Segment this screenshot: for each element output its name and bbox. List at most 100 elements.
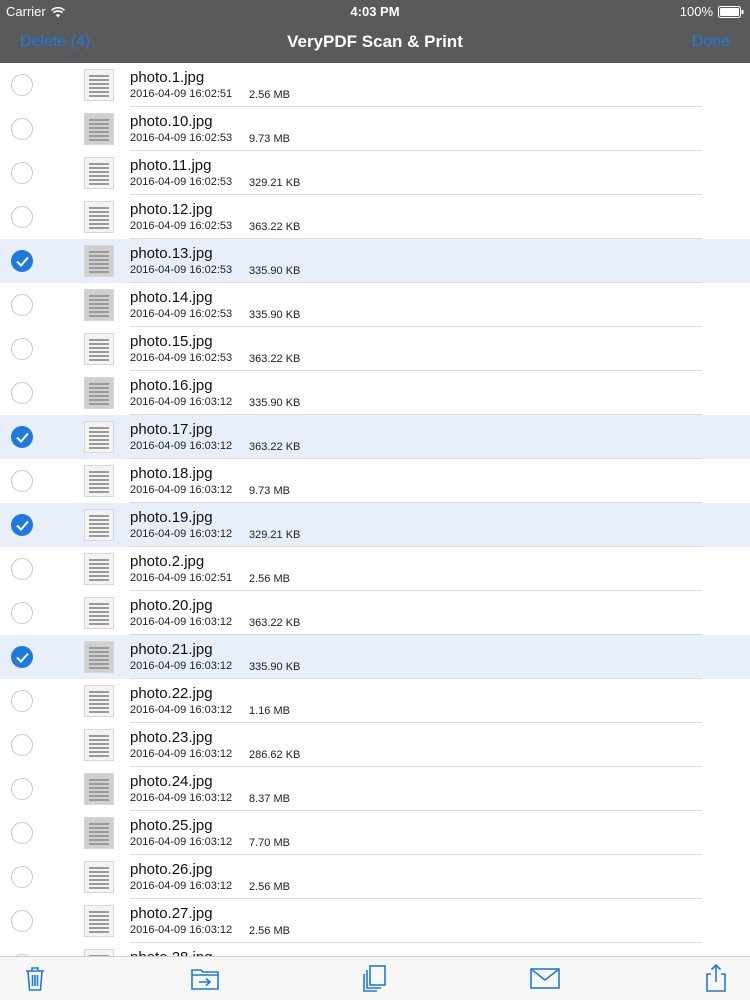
checkbox-unchecked-icon[interactable]: [11, 778, 33, 800]
file-name: photo.21.jpg: [130, 641, 213, 658]
file-name: photo.18.jpg: [130, 465, 213, 482]
file-row[interactable]: photo.28.jpg: [0, 943, 750, 956]
file-name: photo.11.jpg: [130, 157, 212, 174]
file-date: 2016-04-09 16:03:12: [130, 924, 233, 936]
file-row[interactable]: photo.18.jpg 2016-04-09 16:03:12 9.73 MB: [0, 459, 750, 503]
file-row[interactable]: photo.23.jpg 2016-04-09 16:03:12 286.62 KB: [0, 723, 750, 767]
checkbox-unchecked-icon[interactable]: [11, 822, 33, 844]
file-date: 2016-04-09 16:03:12: [130, 616, 233, 628]
checkbox-unchecked-icon[interactable]: [11, 206, 33, 228]
file-name: photo.23.jpg: [130, 729, 213, 746]
bottom-toolbar: [0, 956, 750, 1000]
file-thumbnail-icon: [84, 509, 114, 541]
file-thumbnail-icon: [84, 949, 114, 956]
file-date: 2016-04-09 16:03:12: [130, 396, 233, 408]
checkbox-unchecked-icon[interactable]: [11, 338, 33, 360]
status-bar: Carrier 4:03 PM 100%: [0, 0, 750, 22]
share-icon[interactable]: [701, 963, 731, 993]
file-name: photo.27.jpg: [130, 905, 213, 922]
file-row[interactable]: photo.17.jpg 2016-04-09 16:03:12 363.22 KB: [0, 415, 750, 459]
move-to-folder-icon[interactable]: [190, 963, 220, 993]
checkbox-unchecked-icon[interactable]: [11, 382, 33, 404]
file-name: photo.28.jpg: [130, 949, 213, 956]
file-thumbnail-icon: [84, 685, 114, 717]
file-size: 363.22 KB: [249, 617, 301, 629]
file-thumbnail-icon: [84, 157, 114, 189]
file-thumbnail-icon: [84, 421, 114, 453]
checkbox-unchecked-icon[interactable]: [11, 558, 33, 580]
file-row[interactable]: photo.14.jpg 2016-04-09 16:02:53 335.90 KB: [0, 283, 750, 327]
file-date: 2016-04-09 16:03:12: [130, 836, 233, 848]
file-row[interactable]: photo.22.jpg 2016-04-09 16:03:12 1.16 MB: [0, 679, 750, 723]
file-size: 335.90 KB: [249, 661, 301, 673]
file-date: 2016-04-09 16:03:12: [130, 528, 233, 540]
file-thumbnail-icon: [84, 641, 114, 673]
file-size: 2.56 MB: [249, 573, 290, 585]
file-date: 2016-04-09 16:02:53: [130, 308, 233, 320]
file-row[interactable]: photo.13.jpg 2016-04-09 16:02:53 335.90 KB: [0, 239, 750, 283]
file-row[interactable]: photo.21.jpg 2016-04-09 16:03:12 335.90 KB: [0, 635, 750, 679]
checkbox-checked-icon[interactable]: [11, 646, 33, 668]
file-size: 363.22 KB: [249, 441, 301, 453]
file-size: 335.90 KB: [249, 397, 301, 409]
checkbox-checked-icon[interactable]: [11, 426, 33, 448]
checkbox-unchecked-icon[interactable]: [11, 910, 33, 932]
file-thumbnail-icon: [84, 333, 114, 365]
checkbox-unchecked-icon[interactable]: [11, 162, 33, 184]
file-row[interactable]: photo.1.jpg 2016-04-09 16:02:51 2.56 MB: [0, 63, 750, 107]
file-name: photo.24.jpg: [130, 773, 213, 790]
checkbox-unchecked-icon[interactable]: [11, 602, 33, 624]
checkbox-unchecked-icon[interactable]: [11, 294, 33, 316]
file-thumbnail-icon: [84, 817, 114, 849]
file-name: photo.10.jpg: [130, 113, 213, 130]
checkbox-unchecked-icon[interactable]: [11, 734, 33, 756]
file-row[interactable]: photo.12.jpg 2016-04-09 16:02:53 363.22 KB: [0, 195, 750, 239]
file-size: 335.90 KB: [249, 265, 301, 277]
mail-icon[interactable]: [530, 963, 560, 993]
file-row[interactable]: photo.20.jpg 2016-04-09 16:03:12 363.22 KB: [0, 591, 750, 635]
file-date: 2016-04-09 16:02:53: [130, 176, 233, 188]
file-row[interactable]: photo.27.jpg 2016-04-09 16:03:12 2.56 MB: [0, 899, 750, 943]
file-row[interactable]: photo.26.jpg 2016-04-09 16:03:12 2.56 MB: [0, 855, 750, 899]
copy-icon[interactable]: [360, 963, 390, 993]
checkbox-unchecked-icon[interactable]: [11, 470, 33, 492]
trash-icon[interactable]: [20, 963, 50, 993]
file-date: 2016-04-09 16:03:12: [130, 660, 233, 672]
file-row[interactable]: photo.19.jpg 2016-04-09 16:03:12 329.21 KB: [0, 503, 750, 547]
file-size: 363.22 KB: [249, 353, 301, 365]
file-date: 2016-04-09 16:02:51: [130, 572, 233, 584]
file-date: 2016-04-09 16:03:12: [130, 704, 233, 716]
file-date: 2016-04-09 16:02:53: [130, 352, 233, 364]
file-thumbnail-icon: [84, 201, 114, 233]
checkbox-unchecked-icon[interactable]: [11, 690, 33, 712]
checkbox-checked-icon[interactable]: [11, 514, 33, 536]
file-row[interactable]: photo.16.jpg 2016-04-09 16:03:12 335.90 KB: [0, 371, 750, 415]
file-row[interactable]: photo.2.jpg 2016-04-09 16:02:51 2.56 MB: [0, 547, 750, 591]
file-size: 363.22 KB: [249, 221, 301, 233]
file-row[interactable]: photo.24.jpg 2016-04-09 16:03:12 8.37 MB: [0, 767, 750, 811]
checkbox-checked-icon[interactable]: [11, 250, 33, 272]
checkbox-unchecked-icon[interactable]: [11, 118, 33, 140]
file-name: photo.16.jpg: [130, 377, 213, 394]
file-row[interactable]: photo.10.jpg 2016-04-09 16:02:53 9.73 MB: [0, 107, 750, 151]
file-thumbnail-icon: [84, 245, 114, 277]
file-thumbnail-icon: [84, 69, 114, 101]
file-date: 2016-04-09 16:03:12: [130, 792, 233, 804]
file-size: 9.73 MB: [249, 485, 290, 497]
checkbox-unchecked-icon[interactable]: [11, 74, 33, 96]
file-date: 2016-04-09 16:03:12: [130, 748, 233, 760]
file-size: 7.70 MB: [249, 837, 290, 849]
file-size: 2.56 MB: [249, 89, 290, 101]
battery-percent: 100%: [679, 4, 713, 19]
file-size: 335.90 KB: [249, 309, 301, 321]
file-thumbnail-icon: [84, 729, 114, 761]
file-row[interactable]: photo.25.jpg 2016-04-09 16:03:12 7.70 MB: [0, 811, 750, 855]
file-list[interactable]: photo.1.jpg 2016-04-09 16:02:51 2.56 MB pho…: [0, 63, 750, 956]
file-thumbnail-icon: [84, 905, 114, 937]
file-size: 9.73 MB: [249, 133, 290, 145]
file-size: 329.21 KB: [249, 529, 301, 541]
done-button[interactable]: Done: [692, 33, 730, 51]
file-row[interactable]: photo.15.jpg 2016-04-09 16:02:53 363.22 KB: [0, 327, 750, 371]
checkbox-unchecked-icon[interactable]: [11, 866, 33, 888]
file-row[interactable]: photo.11.jpg 2016-04-09 16:02:53 329.21 KB: [0, 151, 750, 195]
